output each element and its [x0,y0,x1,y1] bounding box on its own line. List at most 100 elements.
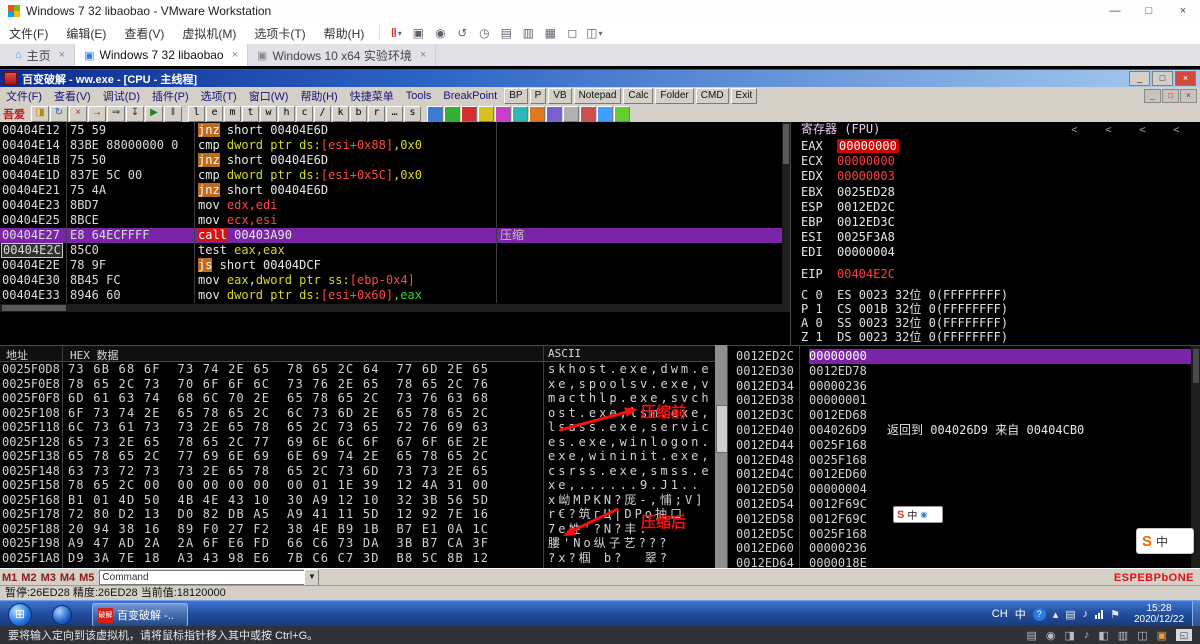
command-input[interactable] [99,570,305,585]
bookmark-button-m3[interactable]: M3 [39,572,58,584]
tab-close-icon[interactable]: × [420,49,426,61]
vmware-logo-icon[interactable]: ▣ [1157,629,1167,642]
mdi-minimize-button[interactable]: _ [1144,89,1161,103]
language-bar-item[interactable]: 中 [1015,606,1026,622]
olly-menu-item[interactable]: 查看(V) [48,88,97,104]
olly-menu-item[interactable]: 文件(F) [0,88,48,104]
register-edx[interactable]: EDX 00000003 [801,169,895,183]
dump-row[interactable]: 0025F108 6F 73 74 2E 65 78 65 2C 6C 73 6D… [0,406,715,421]
dump-row[interactable]: 0025F0E8 78 65 2C 73 70 6F 6F 6C 73 76 2E… [0,377,715,392]
olly-menu-button-cmd[interactable]: CMD [695,88,729,104]
dump-row[interactable]: 0025F198 A9 47 AD 2A 2A 6F E6 FD 66 C6 73… [0,536,715,551]
taskbar-app-button[interactable]: 破解 百变破解 -... [92,603,188,626]
dump-row[interactable]: 0025F1A8 D9 3A 7E 18 A3 43 98 E6 7B C6 C7… [0,551,715,566]
command-dropdown-icon[interactable]: ▼ [304,569,320,586]
disassembly-pane[interactable]: 00404E12 75 59 jnz short 00404E6D 00404E14 8… [0,122,782,312]
registers-pane[interactable]: 寄存器 (FPU) < < < < EAX 00000000 ECX 00000000 EDX… [790,122,1200,345]
register-esp[interactable]: ESP 0012ED2C [801,200,895,214]
stack-row[interactable]: 0012ED60 00000236 [728,541,1191,556]
toolbar-letter-h[interactable]: h [278,105,295,122]
dump-row[interactable]: 0025F118 6C 73 61 73 73 2E 65 78 65 2C 73… [0,420,715,435]
step-over-button[interactable]: ⇒ [107,105,125,122]
revert-snapshot-button[interactable]: ↺ [452,24,472,42]
olly-menu-button-vb[interactable]: VB [548,88,572,104]
scrollbar-thumb[interactable] [783,124,789,164]
vm-tab-inactive[interactable]: ⌂ 主页 × [6,44,76,66]
ime-toolbar-small[interactable]: S 中 ◉ [893,506,943,523]
register-ebx[interactable]: EBX 0025ED28 [801,185,895,199]
dump-row[interactable]: 0025F168 B1 01 4D 50 4B 4E 43 10 30 A9 12… [0,493,715,508]
dump-row[interactable]: 0025F0D8 73 6B 68 6F 73 74 2E 65 78 65 2C… [0,362,715,377]
disasm-row[interactable]: 00404E25 8BCE mov ecx,esi [0,213,782,228]
ime-lang-indicator[interactable]: 中 [907,507,917,522]
disasm-row[interactable]: 00404E1B 75 50 jnz short 00404E6D [0,153,782,168]
toolbar-letter-l[interactable]: l [188,105,205,122]
disasm-row[interactable]: 00404E30 8B45 FC mov eax,dword ptr ss:[ebp… [0,273,782,288]
register-ecx[interactable]: ECX 00000000 [801,154,895,168]
olly-menu-item[interactable]: 快捷菜单 [344,88,400,104]
mdi-restore-button[interactable]: □ [1162,89,1179,103]
show-desktop-button[interactable] [1192,601,1200,626]
tab-close-icon[interactable]: × [59,49,65,61]
olly-menu-item[interactable]: 插件(P) [146,88,195,104]
toolbar-letter-c[interactable]: c [296,105,313,122]
disasm-row[interactable]: 00404E33 8946 60 mov dword ptr ds:[esi+0x6… [0,288,782,303]
plugin-button-1[interactable] [444,105,460,122]
ime-settings-icon[interactable]: ◉ [920,510,927,519]
pane-collapse-icon[interactable]: < [1173,122,1180,137]
plugin-button-9[interactable] [580,105,596,122]
toolbar-letter-t[interactable]: t [242,105,259,122]
olly-menu-button-notepad[interactable]: Notepad [573,88,622,104]
close-button[interactable]: × [1166,0,1200,22]
plugin-button-4[interactable] [495,105,511,122]
plugin-status-text[interactable]: ESPEBPbONE [1114,572,1194,584]
olly-menu-item[interactable]: BreakPoint [437,90,503,102]
network-icon[interactable] [1095,609,1104,619]
display-icon[interactable]: ◫ [1137,629,1147,642]
harddisk-icon[interactable]: ▤ [1026,629,1036,642]
open-file-button[interactable]: ◨ [31,105,49,122]
action-center-icon[interactable]: ▤ [1065,608,1075,621]
register-eax[interactable]: EAX 00000000 [801,139,899,153]
dump-row[interactable]: 0025F138 65 78 65 2C 77 69 6E 69 6E 69 74… [0,449,715,464]
printer-icon[interactable]: ▥ [1118,629,1128,642]
vm-menu-item[interactable]: 虚拟机(M) [173,25,245,42]
language-bar-item[interactable]: ? [1032,607,1046,621]
toolbar-letter-m[interactable]: m [224,105,241,122]
scrollbar-thumb[interactable] [2,305,66,311]
disasm-row[interactable]: 00404E23 8BD7 mov edx,edi [0,198,782,213]
mdi-close-button[interactable]: × [1180,89,1197,103]
olly-menu-item[interactable]: 窗口(W) [243,88,295,104]
disasm-row[interactable]: 00404E14 83BE 88000000 0 cmp dword ptr ds:… [0,138,782,153]
pane-collapse-icon[interactable]: < [1139,122,1146,137]
language-bar-item[interactable]: CH [992,608,1008,620]
run-button[interactable]: ▶ [145,105,163,122]
pane-collapse-icon[interactable]: < [1071,122,1078,137]
stack-row[interactable]: 0012ED2C 00000000 [728,349,1191,364]
sound-icon[interactable]: ♪ [1084,629,1090,641]
vm-menu-item[interactable]: 编辑(E) [57,25,115,42]
minimize-button[interactable]: — [1098,0,1132,22]
toolbar-letter-b[interactable]: b [350,105,367,122]
taskbar-clock[interactable]: 15:28 2020/12/22 [1126,603,1192,625]
olly-menu-button-calc[interactable]: Calc [623,88,654,104]
plugin-button-7[interactable] [546,105,562,122]
manage-snapshots-button[interactable]: ◷ [474,24,494,42]
volume-icon[interactable]: ♪ [1083,608,1089,620]
dump-scrollbar[interactable] [715,345,728,568]
vm-menu-item[interactable]: 文件(F) [0,25,57,42]
tab-close-icon[interactable]: × [232,49,238,61]
ime-toolbar-large[interactable]: S 中 [1136,528,1194,554]
vm-menu-item[interactable]: 查看(V) [115,25,173,42]
close-program-button[interactable]: × [69,105,87,122]
ime-lang-indicator[interactable]: 中 [1156,533,1168,550]
trace-into-button[interactable]: ↧ [126,105,144,122]
disasm-row[interactable]: 00404E2C 85C0 test eax,eax [0,243,782,258]
flag-row[interactable]: Z 1 DS 0023 32位 0(FFFFFFFF) [801,330,1008,344]
scrollbar-thumb[interactable] [1193,349,1199,383]
bookmark-button-m5[interactable]: M5 [77,572,96,584]
bookmark-button-m1[interactable]: M1 [0,572,19,584]
stack-row[interactable]: 0012ED50 00000004 [728,482,1191,497]
olly-maximize-button[interactable]: □ [1152,71,1173,86]
dump-row[interactable]: 0025F128 65 73 2E 65 78 65 2C 77 69 6E 6C… [0,435,715,450]
